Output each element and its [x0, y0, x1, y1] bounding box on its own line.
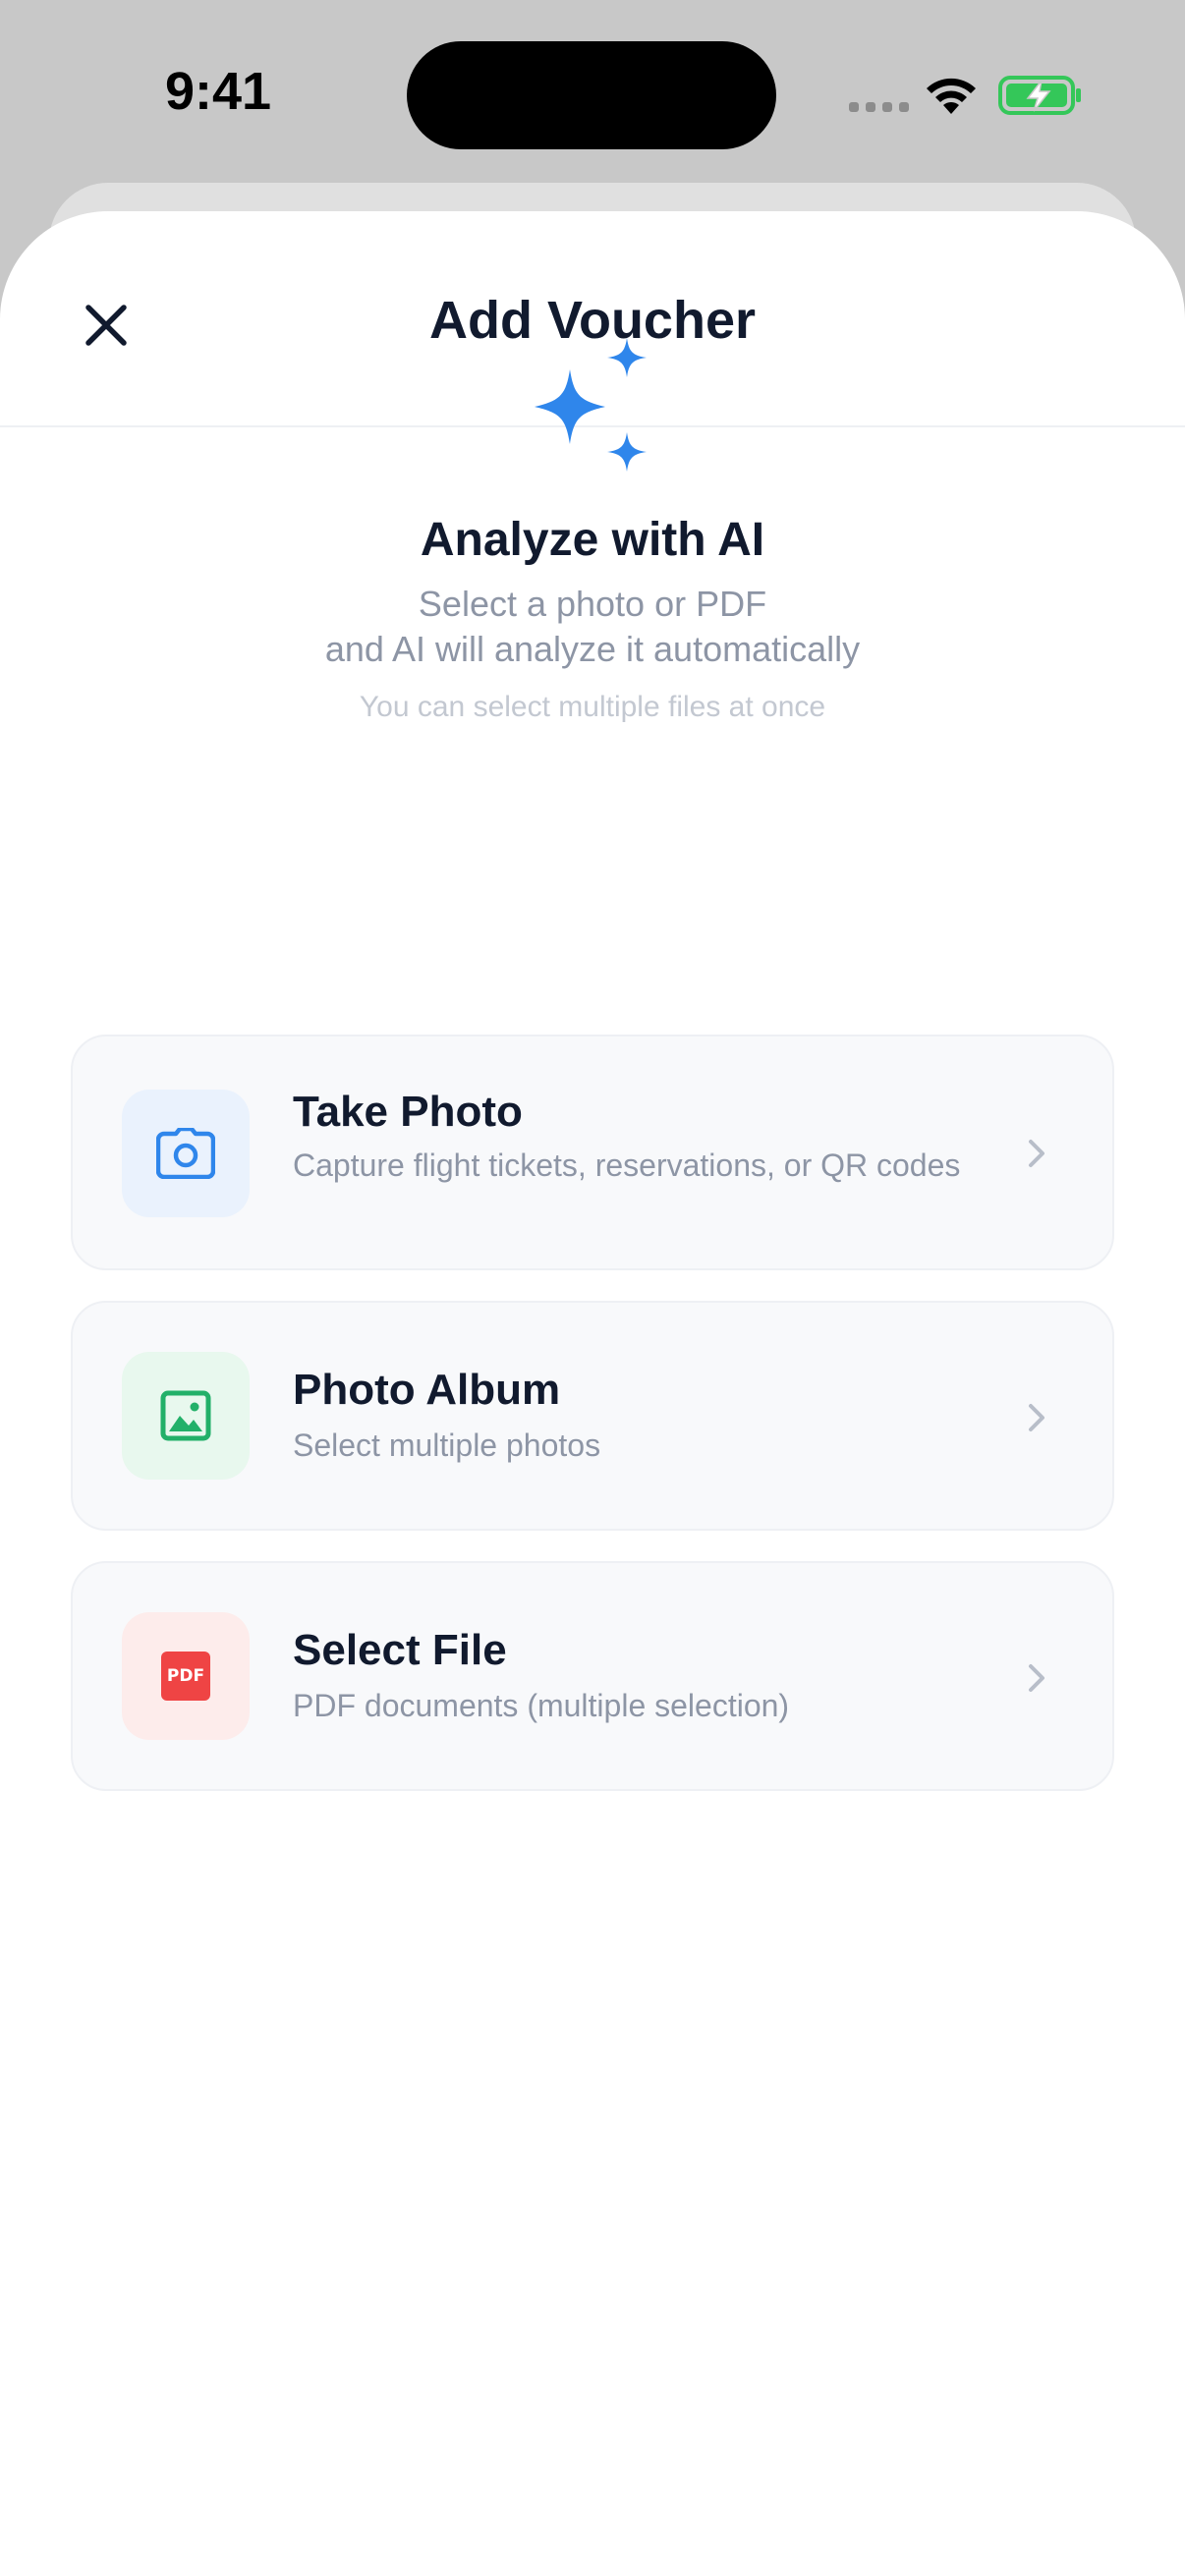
- pdf-icon: PDF: [161, 1652, 210, 1701]
- photo-album-option[interactable]: Photo Album Select multiple photos: [71, 1301, 1114, 1531]
- photo-album-description: Select multiple photos: [293, 1428, 601, 1463]
- hero-note: You can select multiple files at once: [359, 691, 826, 723]
- status-bar: 9:41: [0, 0, 1185, 187]
- pdf-icon-container: PDF: [122, 1612, 250, 1740]
- hero-subtitle-line1: Select a photo or PDF: [418, 584, 767, 624]
- chevron-right-icon: [1029, 1140, 1044, 1167]
- chevron-right-icon: [1029, 1664, 1044, 1692]
- camera-icon: [156, 1128, 215, 1179]
- take-photo-title: Take Photo: [293, 1088, 523, 1136]
- image-icon: [160, 1390, 211, 1441]
- camera-icon-container: [122, 1090, 250, 1217]
- chevron-right-icon: [1029, 1404, 1044, 1431]
- take-photo-option[interactable]: Take Photo Capture flight tickets, reser…: [71, 1035, 1114, 1270]
- hero-subtitle: Select a photo or PDF and AI will analyz…: [0, 582, 1185, 672]
- signal-dots-icon: [849, 102, 909, 112]
- take-photo-description: Capture flight tickets, reservations, or…: [293, 1148, 961, 1183]
- battery-charging-icon: [998, 76, 1081, 115]
- dynamic-island: [407, 41, 776, 149]
- select-file-option[interactable]: PDF Select File PDF documents (multiple …: [71, 1561, 1114, 1791]
- status-time: 9:41: [165, 62, 272, 121]
- hero-subtitle-line2: and AI will analyze it automatically: [324, 629, 861, 669]
- photo-album-title: Photo Album: [293, 1366, 561, 1414]
- select-file-description: PDF documents (multiple selection): [293, 1688, 790, 1723]
- sparkles-icon: [535, 338, 647, 472]
- image-icon-container: [122, 1352, 250, 1480]
- select-file-title: Select File: [293, 1626, 507, 1674]
- hero-title: Analyze with AI: [420, 514, 765, 566]
- wifi-icon: [927, 78, 976, 114]
